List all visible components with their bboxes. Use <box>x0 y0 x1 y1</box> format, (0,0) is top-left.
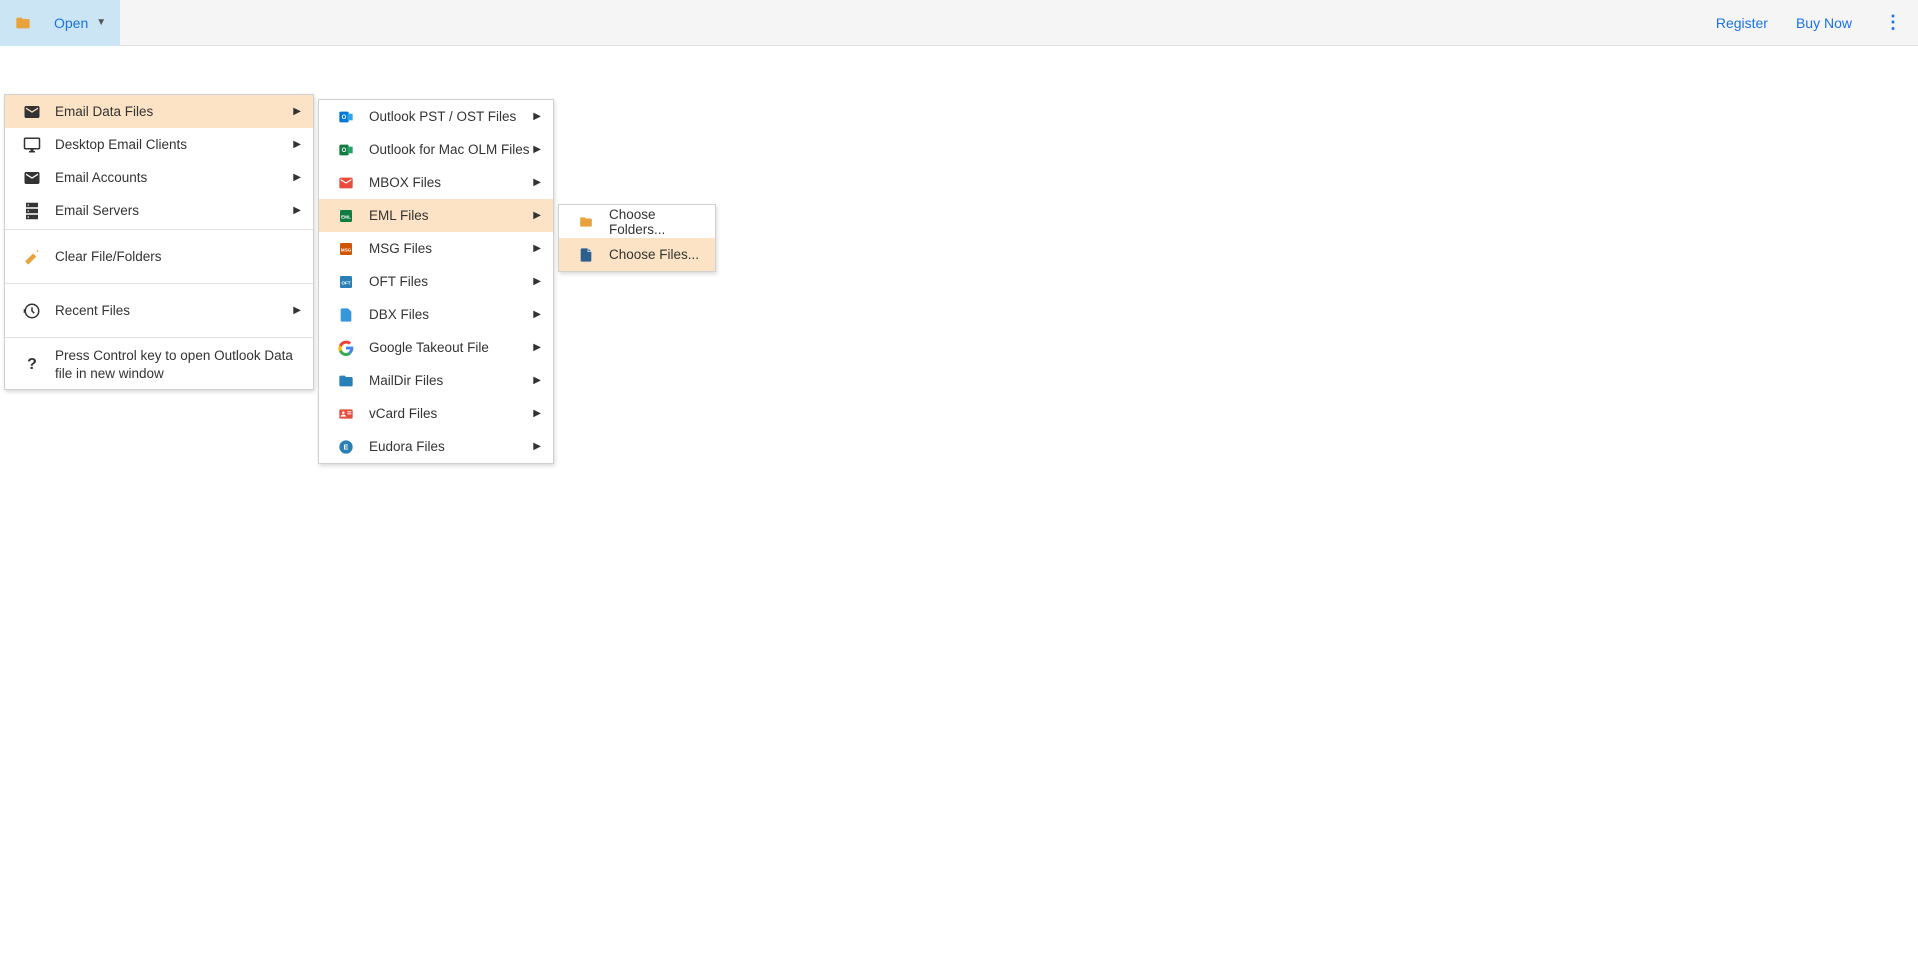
menu-separator <box>5 283 313 284</box>
mbox-icon <box>337 174 355 192</box>
eml-icon: EML <box>337 207 355 225</box>
chevron-right-icon: ▶ <box>533 210 541 221</box>
menu-label: OFT Files <box>369 274 533 289</box>
menu-item-vcard[interactable]: vCard Files ▶ <box>319 397 553 430</box>
toolbar-left: Open ▼ <box>0 0 120 46</box>
chevron-right-icon: ▶ <box>533 309 541 320</box>
menu-label: MSG Files <box>369 241 533 256</box>
chevron-right-icon: ▶ <box>293 139 301 150</box>
menu-label: DBX Files <box>369 307 533 322</box>
chevron-down-icon: ▼ <box>96 17 106 28</box>
svg-text:O: O <box>342 115 347 121</box>
chevron-right-icon: ▶ <box>533 276 541 287</box>
menu-item-dbx[interactable]: DBX Files ▶ <box>319 298 553 331</box>
register-link[interactable]: Register <box>1716 15 1768 31</box>
menu-item-msg[interactable]: MSG MSG Files ▶ <box>319 232 553 265</box>
menu-label: EML Files <box>369 208 533 223</box>
chevron-right-icon: ▶ <box>533 177 541 188</box>
menu-item-email-accounts[interactable]: Email Accounts ▶ <box>5 161 313 194</box>
menu-separator <box>5 337 313 338</box>
folder-open-icon <box>14 14 32 32</box>
menu-item-clear[interactable]: Clear File/Folders <box>5 232 313 281</box>
oft-icon: OFT <box>337 273 355 291</box>
menu-label: Choose Folders... <box>609 207 703 237</box>
menu-item-eml[interactable]: EML EML Files ▶ <box>319 199 553 232</box>
msg-icon: MSG <box>337 240 355 258</box>
envelope-stack-icon <box>23 103 41 121</box>
toolbar: Open ▼ Register Buy Now ⋮ <box>0 0 1918 46</box>
menu-item-desktop-clients[interactable]: Desktop Email Clients ▶ <box>5 128 313 161</box>
email-data-files-submenu: O Outlook PST / OST Files ▶ O Outlook fo… <box>318 99 554 464</box>
open-button[interactable]: Open ▼ <box>0 0 120 46</box>
desktop-icon <box>23 136 41 154</box>
toolbar-right: Register Buy Now ⋮ <box>1716 8 1906 37</box>
menu-label: vCard Files <box>369 406 533 421</box>
chevron-right-icon: ▶ <box>293 106 301 117</box>
olm-icon: O <box>337 141 355 159</box>
chevron-right-icon: ▶ <box>293 172 301 183</box>
eml-submenu: Choose Folders... Choose Files... <box>558 204 716 272</box>
menu-label: Email Accounts <box>55 170 293 185</box>
chevron-right-icon: ▶ <box>533 375 541 386</box>
maildir-icon <box>337 372 355 390</box>
svg-text:MSG: MSG <box>341 247 352 252</box>
menu-label: Eudora Files <box>369 439 533 454</box>
svg-text:O: O <box>342 148 347 154</box>
chevron-right-icon: ▶ <box>293 205 301 216</box>
menu-label: Outlook PST / OST Files <box>369 109 533 124</box>
history-icon <box>23 302 41 320</box>
menu-label: MailDir Files <box>369 373 533 388</box>
menu-item-google-takeout[interactable]: Google Takeout File ▶ <box>319 331 553 364</box>
outlook-icon: O <box>337 108 355 126</box>
svg-text:OFT: OFT <box>341 280 350 285</box>
menu-item-pst-ost[interactable]: O Outlook PST / OST Files ▶ <box>319 100 553 133</box>
chevron-right-icon: ▶ <box>533 243 541 254</box>
chevron-right-icon: ▶ <box>533 342 541 353</box>
menu-label: Google Takeout File <box>369 340 533 355</box>
file-icon <box>577 246 595 264</box>
menu-item-email-data-files[interactable]: Email Data Files ▶ <box>5 95 313 128</box>
folder-icon <box>577 213 595 231</box>
menu-label: Email Data Files <box>55 104 293 119</box>
menu-item-maildir[interactable]: MailDir Files ▶ <box>319 364 553 397</box>
dbx-icon <box>337 306 355 324</box>
menu-item-choose-files[interactable]: Choose Files... <box>559 238 715 271</box>
menu-label: Choose Files... <box>609 247 703 262</box>
buynow-link[interactable]: Buy Now <box>1796 15 1852 31</box>
menu-label: Recent Files <box>55 303 293 318</box>
menu-item-oft[interactable]: OFT OFT Files ▶ <box>319 265 553 298</box>
help-icon: ? <box>23 356 41 374</box>
menu-item-eudora[interactable]: E Eudora Files ▶ <box>319 430 553 463</box>
broom-icon <box>23 248 41 266</box>
menu-item-olm[interactable]: O Outlook for Mac OLM Files ▶ <box>319 133 553 166</box>
help-text: Press Control key to open Outlook Data f… <box>55 347 301 382</box>
menu-label: Desktop Email Clients <box>55 137 293 152</box>
server-icon <box>23 202 41 220</box>
menu-item-email-servers[interactable]: Email Servers ▶ <box>5 194 313 227</box>
open-label: Open <box>54 15 88 31</box>
menu-item-recent[interactable]: Recent Files ▶ <box>5 286 313 335</box>
menu-label: Email Servers <box>55 203 293 218</box>
menu-label: Outlook for Mac OLM Files <box>369 142 533 157</box>
menu-item-help: ? Press Control key to open Outlook Data… <box>5 340 313 389</box>
svg-text:E: E <box>344 442 349 451</box>
menu-item-mbox[interactable]: MBOX Files ▶ <box>319 166 553 199</box>
chevron-right-icon: ▶ <box>533 408 541 419</box>
menu-label: Clear File/Folders <box>55 249 301 264</box>
menu-label: MBOX Files <box>369 175 533 190</box>
chevron-right-icon: ▶ <box>533 144 541 155</box>
envelope-icon <box>23 169 41 187</box>
google-icon <box>337 339 355 357</box>
menu-item-choose-folders[interactable]: Choose Folders... <box>559 205 715 238</box>
chevron-right-icon: ▶ <box>293 305 301 316</box>
open-menu: Email Data Files ▶ Desktop Email Clients… <box>4 94 314 390</box>
chevron-right-icon: ▶ <box>533 111 541 122</box>
menu-separator <box>5 229 313 230</box>
svg-text:EML: EML <box>341 214 351 219</box>
eudora-icon: E <box>337 438 355 456</box>
more-icon[interactable]: ⋮ <box>1880 8 1906 37</box>
chevron-right-icon: ▶ <box>533 441 541 452</box>
vcard-icon <box>337 405 355 423</box>
